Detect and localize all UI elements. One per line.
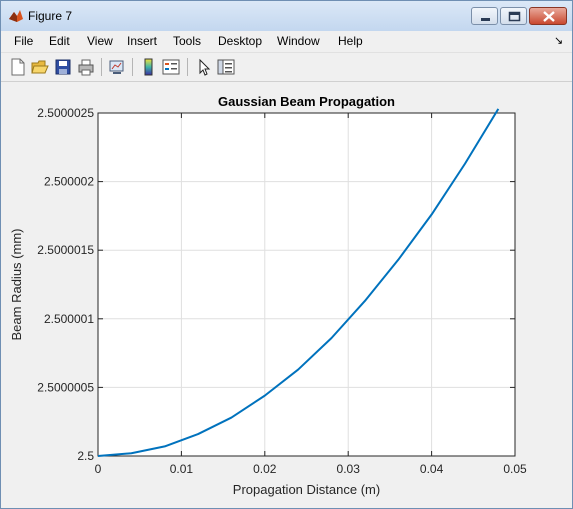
plot-area: [98, 113, 515, 456]
y-tick-label: 2.5000025: [37, 106, 94, 120]
new-figure-icon[interactable]: [9, 58, 27, 76]
y-tick-label: 2.500002: [44, 175, 94, 189]
figure-canvas[interactable]: 0 0.01 0.02 0.03 0.04 0.05 2.5 2.5000005 2.50000…: [2, 82, 571, 507]
y-tick-label: 2.5: [77, 449, 94, 463]
menu-insert[interactable]: Insert: [127, 34, 157, 48]
edit-plot-arrow-icon[interactable]: [195, 58, 213, 76]
menu-help[interactable]: Help: [338, 34, 363, 48]
x-tick-label: 0.01: [170, 462, 194, 476]
print-figure-icon[interactable]: [77, 58, 95, 76]
y-tick-label: 2.5000005: [37, 380, 94, 394]
minimize-icon: [481, 18, 490, 21]
y-tick-label: 2.500001: [44, 312, 94, 326]
matlab-icon: [9, 10, 23, 22]
toolbar-separator: [101, 58, 102, 76]
toolbar-separator: [132, 58, 133, 76]
maximize-icon: [508, 11, 521, 22]
show-plot-tools-icon[interactable]: [217, 58, 235, 76]
menu-desktop[interactable]: Desktop: [218, 34, 262, 48]
y-tick-label: 2.5000015: [37, 243, 94, 257]
save-figure-icon[interactable]: [54, 58, 72, 76]
menu-bar: File Edit View Insert Tools Desktop Wind…: [1, 31, 572, 52]
figure-window: Figure 7 File Edit View Insert Tools Des…: [0, 0, 573, 509]
x-tick-label: 0.04: [420, 462, 444, 476]
x-tick-label: 0.05: [503, 462, 527, 476]
dock-arrow-icon[interactable]: ↘: [554, 34, 563, 47]
x-tick-label: 0.02: [253, 462, 277, 476]
open-file-icon[interactable]: [31, 58, 49, 76]
chart-title: Gaussian Beam Propagation: [218, 94, 395, 109]
menu-window[interactable]: Window: [277, 34, 320, 48]
figure-toolbar: [1, 52, 572, 82]
insert-legend-icon[interactable]: [162, 58, 180, 76]
line-chart: 0 0.01 0.02 0.03 0.04 0.05 2.5 2.5000005 2.50000…: [9, 94, 527, 497]
toolbar-separator: [187, 58, 188, 76]
x-axis-label: Propagation Distance (m): [233, 482, 380, 497]
x-tick-label: 0: [95, 462, 102, 476]
minimize-button[interactable]: [471, 7, 498, 25]
link-plot-icon[interactable]: [108, 58, 126, 76]
menu-file[interactable]: File: [14, 34, 33, 48]
window-title: Figure 7: [28, 9, 73, 23]
menu-edit[interactable]: Edit: [49, 34, 70, 48]
y-axis-label: Beam Radius (mm): [9, 229, 24, 341]
title-bar[interactable]: Figure 7: [1, 1, 572, 31]
menu-view[interactable]: View: [87, 34, 113, 48]
menu-tools[interactable]: Tools: [173, 34, 201, 48]
insert-colorbar-icon[interactable]: [140, 58, 158, 76]
x-tick-label: 0.03: [337, 462, 361, 476]
close-button[interactable]: [529, 7, 567, 25]
maximize-button[interactable]: [500, 7, 527, 25]
close-icon: [543, 11, 555, 22]
